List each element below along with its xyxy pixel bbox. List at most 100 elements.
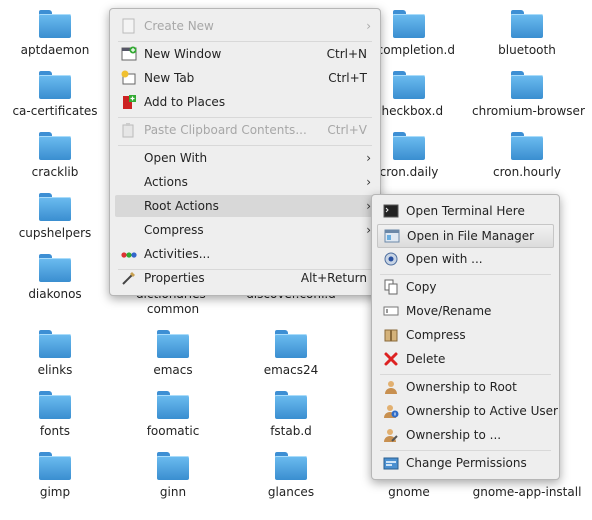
menu-item-label: Activities...	[144, 247, 211, 261]
shortcut-label: Alt+Return	[300, 271, 367, 285]
folder-icon	[393, 10, 425, 38]
menu-item-label: Ownership to Active User	[406, 404, 558, 418]
menu-item-open-in-file-manager[interactable]: Open in File Manager	[377, 224, 554, 248]
folder-label: emacs24	[263, 363, 319, 377]
new-window-icon	[121, 46, 137, 62]
folder-item[interactable]: foomatic	[118, 391, 228, 439]
permissions-icon	[383, 455, 399, 471]
menu-item-new-tab[interactable]: New Tab Ctrl+T	[115, 67, 375, 89]
folder-item[interactable]: elinks	[0, 330, 110, 378]
menu-item-label: Paste Clipboard Contents...	[144, 123, 307, 137]
folder-item[interactable]: diakonos	[0, 254, 110, 302]
menu-item-move-rename[interactable]: Move/Rename	[377, 300, 554, 322]
user-active-icon	[383, 403, 399, 419]
menu-item-open-with[interactable]: Open With ›	[115, 147, 375, 169]
folder-item[interactable]: gimp	[0, 452, 110, 500]
folder-icon	[511, 71, 543, 99]
folder-item[interactable]: cupshelpers	[0, 193, 110, 241]
folder-icon	[393, 71, 425, 99]
folder-item[interactable]: glances	[236, 452, 346, 500]
add-places-icon	[121, 94, 137, 110]
folder-label: gimp	[39, 485, 71, 499]
folder-label: emacs	[153, 363, 193, 377]
folder-label: fstab.d	[270, 424, 312, 438]
folder-icon	[511, 132, 543, 160]
chevron-right-icon: ›	[366, 175, 371, 189]
menu-item-root-actions[interactable]: Root Actions ›	[115, 195, 375, 217]
menu-item-ownership-to[interactable]: Ownership to ...	[377, 424, 554, 446]
folder-label: ginn	[159, 485, 187, 499]
folder-icon	[39, 71, 71, 99]
menu-item-label: Change Permissions	[406, 456, 527, 470]
menu-item-ownership-active-user[interactable]: Ownership to Active User	[377, 400, 558, 422]
folder-icon	[39, 254, 71, 282]
folder-icon	[157, 452, 189, 480]
folder-label: gnome	[388, 485, 430, 499]
chevron-right-icon: ›	[366, 19, 371, 33]
folder-icon	[39, 132, 71, 160]
menu-item-label: Actions	[144, 175, 188, 189]
blank-icon	[121, 150, 137, 166]
menu-item-compress[interactable]: Compress	[377, 324, 554, 346]
folder-icon	[157, 330, 189, 358]
terminal-icon	[383, 203, 399, 219]
user-root-icon	[383, 379, 399, 395]
menu-item-new-window[interactable]: New Window Ctrl+N	[115, 43, 375, 65]
activities-icon	[121, 246, 137, 262]
open-with-icon	[383, 251, 399, 267]
menu-item-add-to-places[interactable]: Add to Places	[115, 91, 375, 113]
menu-item-label: Open in File Manager	[407, 229, 535, 243]
menu-item-label: Properties	[144, 271, 205, 285]
menu-item-label: Open With	[144, 151, 208, 165]
menu-item-actions[interactable]: Actions ›	[115, 171, 375, 193]
blank-icon	[121, 198, 137, 214]
folder-item[interactable]: emacs24	[236, 330, 346, 378]
folder-item[interactable]: chromium-browser	[472, 71, 585, 119]
menu-item-activities[interactable]: Activities...	[115, 243, 375, 265]
folder-icon	[39, 391, 71, 419]
menu-item-label: New Tab	[144, 71, 195, 85]
folder-icon	[393, 132, 425, 160]
menu-item-compress[interactable]: Compress ›	[115, 219, 375, 241]
root-actions-submenu: Open Terminal Here Open in File Manager …	[371, 194, 560, 480]
folder-item[interactable]: ca-certificates	[0, 71, 110, 119]
menu-item-change-permissions[interactable]: Change Permissions	[377, 452, 554, 474]
delete-icon	[383, 351, 399, 367]
folder-icon	[39, 452, 71, 480]
paste-icon	[121, 122, 137, 138]
menu-item-ownership-root[interactable]: Ownership to Root	[377, 376, 554, 398]
folder-item[interactable]: aptdaemon	[0, 10, 110, 58]
folder-label: chromium-browser	[472, 104, 585, 118]
folder-label: foomatic	[146, 424, 200, 438]
folder-icon	[39, 193, 71, 221]
folder-icon	[275, 330, 307, 358]
folder-label: cupshelpers	[18, 226, 92, 240]
folder-label: gnome-app-install	[472, 485, 582, 499]
separator	[380, 374, 551, 375]
menu-item-delete[interactable]: Delete	[377, 348, 554, 370]
menu-item-copy[interactable]: Copy	[377, 276, 554, 298]
folder-item[interactable]: fstab.d	[236, 391, 346, 439]
folder-item[interactable]: cron.hourly	[472, 132, 582, 180]
folder-label: fonts	[39, 424, 71, 438]
folder-item[interactable]: emacs	[118, 330, 228, 378]
separator	[118, 117, 372, 118]
rename-icon	[383, 303, 399, 319]
menu-item-label: Add to Places	[144, 95, 226, 109]
menu-item-properties[interactable]: Properties Alt+Return	[115, 267, 375, 289]
blank-icon	[121, 174, 137, 190]
folder-icon	[275, 391, 307, 419]
folder-label: elinks	[37, 363, 73, 377]
chevron-right-icon: ›	[366, 151, 371, 165]
folder-icon	[275, 452, 307, 480]
folder-item[interactable]: fonts	[0, 391, 110, 439]
folder-item[interactable]: cracklib	[0, 132, 110, 180]
menu-item-open-terminal[interactable]: Open Terminal Here	[377, 200, 554, 222]
context-menu: Create New › New Window Ctrl+N New Tab C…	[109, 8, 381, 296]
menu-item-label: Move/Rename	[406, 304, 492, 318]
folder-icon	[157, 391, 189, 419]
folder-item[interactable]: ginn	[118, 452, 228, 500]
menu-item-open-with[interactable]: Open with ...	[377, 248, 554, 270]
folder-item[interactable]: bluetooth	[472, 10, 582, 58]
menu-item-label: Create New	[144, 19, 214, 33]
